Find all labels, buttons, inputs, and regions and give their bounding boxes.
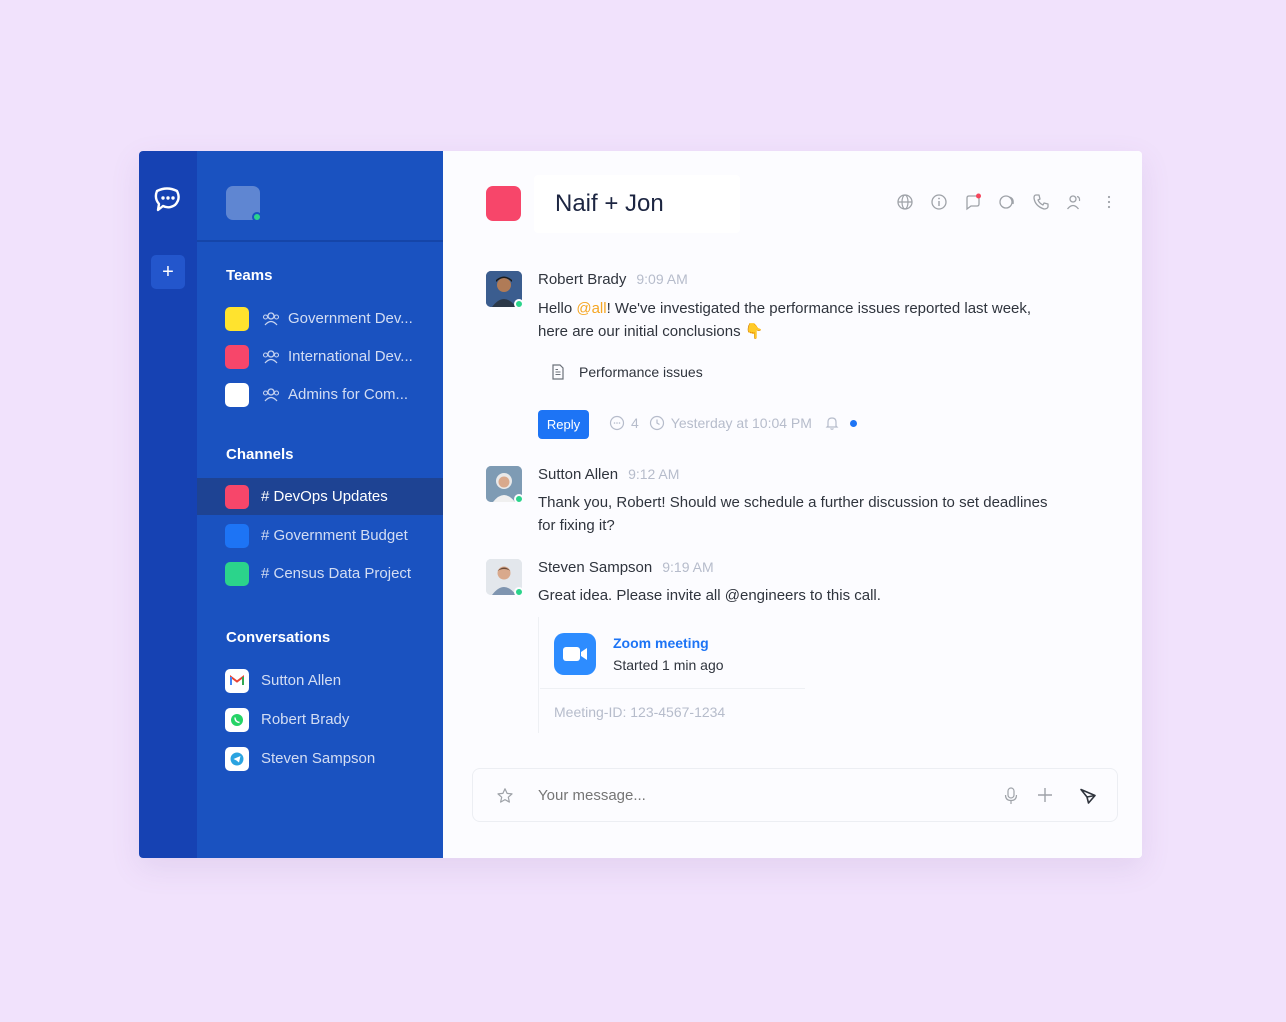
message-author[interactable]: Robert Brady 9:09 AM — [538, 271, 688, 288]
team-color-swatch — [225, 382, 249, 407]
gmail-icon — [225, 668, 249, 693]
unread-dot — [849, 419, 857, 427]
sidebar-item-team-0[interactable]: Government Dev... — [197, 300, 443, 337]
sidebar-item-conversation-1[interactable]: Robert Brady — [197, 701, 443, 738]
add-workspace-button[interactable]: + — [151, 255, 185, 289]
chat-main: Naif + Jon Robert Brady 9:09 AM Hello @al… — [443, 151, 1142, 858]
team-color-swatch — [225, 344, 249, 369]
workspace-rail: + — [139, 151, 197, 858]
conversations-header: Conversations — [226, 629, 331, 646]
sidebar-header — [197, 151, 443, 242]
message-body: Thank you, Robert! Should we schedule a … — [538, 494, 1048, 534]
channel-label: # DevOps Updates — [261, 488, 388, 505]
zoom-meeting-card[interactable]: Zoom meeting Started 1 min ago Meeting-I… — [538, 617, 805, 733]
zoom-title[interactable]: Zoom meeting — [613, 635, 709, 651]
divider — [540, 688, 805, 689]
reply-count-icon — [609, 415, 625, 431]
channel-color-swatch — [225, 523, 249, 548]
team-label: Government Dev... — [288, 310, 413, 327]
plus-icon[interactable] — [1036, 786, 1054, 804]
kebab-menu-icon[interactable] — [1100, 193, 1118, 211]
message-time: 9:12 AM — [628, 466, 680, 482]
last-reply-time: Yesterday at 10:04 PM — [670, 415, 812, 431]
message-time: 9:09 AM — [636, 271, 688, 287]
team-icon — [262, 387, 280, 401]
mention[interactable]: @all — [576, 300, 606, 317]
teams-header: Teams — [226, 267, 273, 284]
threads-icon[interactable] — [964, 193, 982, 211]
message-composer — [472, 768, 1118, 822]
file-attachment[interactable]: Performance issues — [551, 364, 703, 380]
online-status-dot — [514, 587, 524, 597]
channel-label: # Census Data Project — [261, 565, 412, 582]
conversation-label: Robert Brady — [261, 711, 350, 728]
zoom-meeting-id: Meeting-ID: 123-4567-1234 — [554, 704, 726, 720]
sidebar-item-team-1[interactable]: International Dev... — [197, 338, 443, 375]
sidebar-item-conversation-2[interactable]: Steven Sampson — [197, 740, 443, 777]
app-window: + Teams Government Dev... International … — [139, 151, 1142, 858]
team-color-swatch — [225, 306, 249, 331]
message-time: 9:19 AM — [662, 559, 714, 575]
avatar[interactable] — [486, 271, 524, 309]
channel-label: # Government Budget — [261, 527, 408, 544]
zoom-video-icon — [554, 633, 596, 675]
info-icon[interactable] — [930, 193, 948, 211]
user-avatar[interactable] — [226, 186, 262, 222]
room-toolbar — [896, 193, 1118, 211]
star-icon[interactable] — [496, 787, 514, 805]
sidebar-item-channel-0[interactable]: # DevOps Updates — [197, 478, 443, 515]
avatar[interactable] — [486, 559, 524, 597]
rocketchat-logo-icon[interactable] — [153, 185, 181, 213]
discussion-icon[interactable] — [998, 193, 1016, 211]
clock-icon — [649, 415, 664, 431]
message-author[interactable]: Steven Sampson 9:19 AM — [538, 559, 714, 576]
conversation-label: Sutton Allen — [261, 672, 342, 689]
telegram-icon — [225, 746, 249, 771]
bell-icon[interactable] — [824, 415, 840, 431]
sidebar-item-channel-1[interactable]: # Government Budget — [197, 517, 443, 554]
sidebar: Teams Government Dev... International De… — [197, 151, 443, 858]
message-author[interactable]: Sutton Allen 9:12 AM — [538, 466, 679, 483]
microphone-icon[interactable] — [1003, 787, 1019, 805]
online-status-dot — [252, 212, 262, 222]
room-title: Naif + Jon — [534, 175, 740, 233]
message-input[interactable] — [538, 787, 958, 804]
channel-color-swatch — [225, 561, 249, 586]
online-status-dot — [514, 494, 524, 504]
send-icon[interactable] — [1079, 787, 1097, 805]
document-icon — [552, 364, 564, 380]
room-avatar — [486, 186, 521, 221]
sidebar-item-conversation-0[interactable]: Sutton Allen — [197, 662, 443, 699]
attachment-name: Performance issues — [579, 364, 703, 380]
message-body: Hello @all! We've investigated the perfo… — [538, 300, 1032, 340]
team-icon — [262, 349, 280, 363]
channels-header: Channels — [226, 446, 294, 463]
team-icon — [262, 311, 280, 325]
sidebar-item-team-2[interactable]: Admins for Com... — [197, 376, 443, 413]
thread-meta: 4 Yesterday at 10:04 PM — [609, 415, 857, 431]
whatsapp-icon — [225, 707, 249, 732]
message-body: Great idea. Please invite all @engineers… — [538, 587, 881, 604]
channel-color-swatch — [225, 484, 249, 509]
team-label: International Dev... — [288, 348, 413, 365]
globe-icon[interactable] — [896, 193, 914, 211]
team-label: Admins for Com... — [288, 386, 409, 403]
phone-icon[interactable] — [1032, 193, 1050, 211]
online-status-dot — [514, 299, 524, 309]
sidebar-item-channel-2[interactable]: # Census Data Project — [197, 555, 443, 592]
zoom-status: Started 1 min ago — [613, 657, 724, 673]
reply-count: 4 — [631, 415, 639, 431]
avatar[interactable] — [486, 466, 524, 504]
conversation-label: Steven Sampson — [261, 750, 376, 767]
members-icon[interactable] — [1066, 193, 1084, 211]
reply-button[interactable]: Reply — [538, 410, 589, 439]
